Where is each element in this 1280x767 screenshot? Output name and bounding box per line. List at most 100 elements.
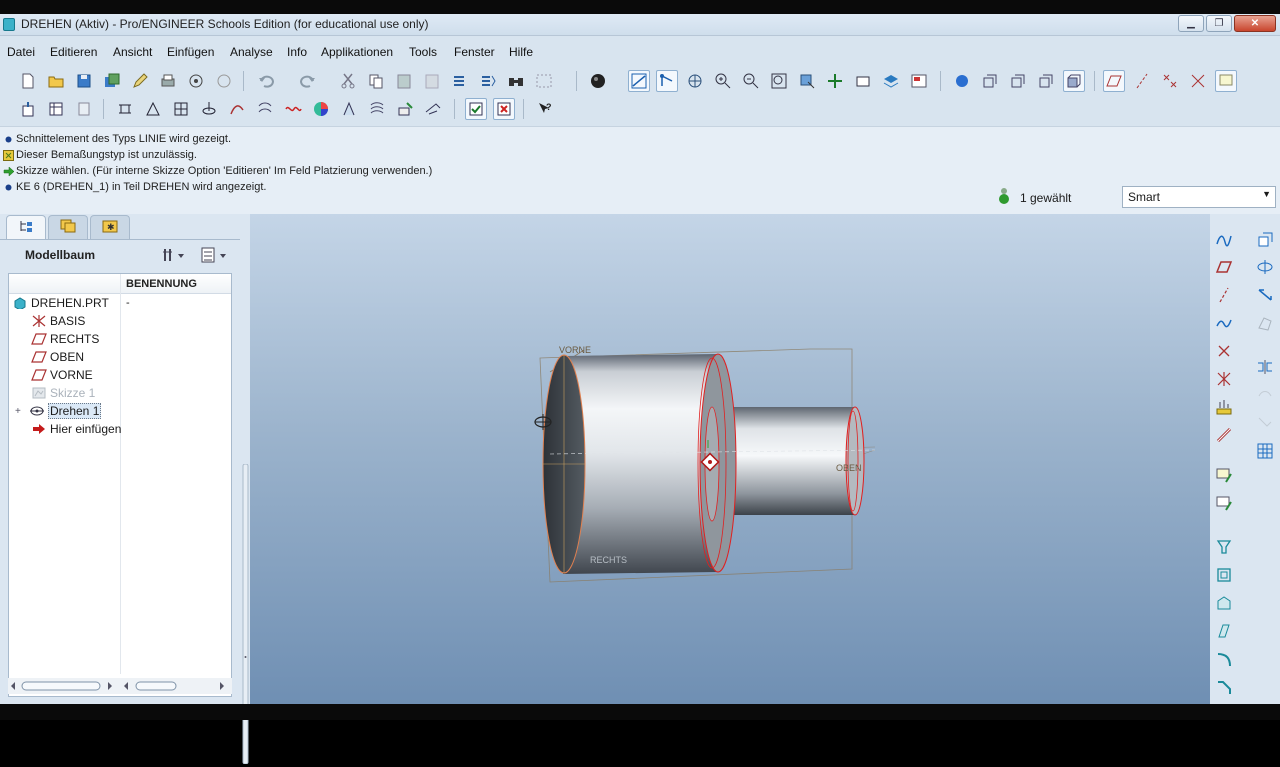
paste-icon[interactable] bbox=[393, 70, 415, 92]
regen-manager-icon[interactable] bbox=[477, 70, 499, 92]
menu-datei[interactable]: Datei bbox=[7, 45, 35, 59]
family-table-icon[interactable] bbox=[45, 98, 67, 120]
print-icon[interactable] bbox=[157, 70, 179, 92]
sketch-tool-icon[interactable] bbox=[170, 98, 192, 120]
tree-item-basis[interactable]: BASIS bbox=[31, 312, 253, 330]
menu-ansicht[interactable]: Ansicht bbox=[113, 45, 152, 59]
tree-horizontal-scrollbars[interactable] bbox=[8, 678, 232, 694]
select-box-icon[interactable] bbox=[533, 70, 555, 92]
datum-plane-tool-icon[interactable] bbox=[114, 98, 136, 120]
blend-tool-icon[interactable] bbox=[254, 98, 276, 120]
send-link-icon[interactable] bbox=[213, 70, 235, 92]
tree-item-drehen[interactable]: + Drehen 1 bbox=[15, 402, 237, 420]
zoom-out-icon[interactable] bbox=[740, 70, 762, 92]
menu-editieren[interactable]: Editieren bbox=[50, 45, 97, 59]
shell-tool-icon[interactable] bbox=[394, 98, 416, 120]
tree-item-insert-here[interactable]: Hier einfügen bbox=[31, 420, 253, 438]
relations-icon[interactable] bbox=[73, 98, 95, 120]
analysis-icon[interactable] bbox=[1213, 396, 1235, 418]
copy-icon[interactable] bbox=[365, 70, 387, 92]
view-manager-icon[interactable] bbox=[852, 70, 874, 92]
menu-info[interactable]: Info bbox=[287, 45, 307, 59]
minimize-button[interactable]: ▁ bbox=[1178, 15, 1204, 32]
datum-point-icon[interactable] bbox=[1213, 340, 1235, 362]
cancel-feature-icon[interactable] bbox=[493, 98, 515, 120]
menu-analyse[interactable]: Analyse bbox=[230, 45, 273, 59]
close-button[interactable]: ✕ bbox=[1234, 15, 1276, 32]
menu-hilfe[interactable]: Hilfe bbox=[509, 45, 533, 59]
draft-tool-icon[interactable] bbox=[338, 98, 360, 120]
accept-feature-icon[interactable] bbox=[465, 98, 487, 120]
hidden-line-icon[interactable] bbox=[1007, 70, 1029, 92]
round-icon[interactable] bbox=[1213, 648, 1235, 670]
datum-axis-tool-icon[interactable] bbox=[142, 98, 164, 120]
blend-icon[interactable] bbox=[1254, 312, 1276, 334]
shading-sphere-icon[interactable] bbox=[587, 70, 609, 92]
reorient-icon[interactable] bbox=[796, 70, 818, 92]
chamfer-icon[interactable] bbox=[1213, 676, 1235, 698]
hole-icon[interactable] bbox=[1213, 536, 1235, 558]
extrude-icon[interactable] bbox=[1254, 228, 1276, 250]
annotations-on-icon[interactable] bbox=[1215, 70, 1237, 92]
regenerate-icon[interactable] bbox=[449, 70, 471, 92]
view-settings-icon[interactable] bbox=[908, 70, 930, 92]
menu-tools[interactable]: Tools bbox=[409, 45, 437, 59]
hole-tool-icon[interactable] bbox=[366, 98, 388, 120]
selection-filter-dropdown[interactable]: Smart ▼ bbox=[1122, 186, 1276, 208]
tree-settings-icon[interactable] bbox=[160, 245, 186, 265]
shading-icon[interactable] bbox=[1063, 70, 1085, 92]
merge-icon[interactable] bbox=[1254, 384, 1276, 406]
datum-axes-on-icon[interactable] bbox=[1131, 70, 1153, 92]
extrude-tool-icon[interactable] bbox=[17, 98, 39, 120]
layers-icon[interactable] bbox=[880, 70, 902, 92]
datum-planes-on-icon[interactable] bbox=[1103, 70, 1125, 92]
datum-axes-display-icon[interactable] bbox=[628, 70, 650, 92]
chain-icon[interactable] bbox=[1213, 424, 1235, 446]
saved-views-icon[interactable] bbox=[824, 70, 846, 92]
sweep-tool-icon[interactable] bbox=[226, 98, 248, 120]
open-folder-icon[interactable] bbox=[45, 70, 67, 92]
trim-icon[interactable] bbox=[1254, 412, 1276, 434]
datum-plane-icon[interactable] bbox=[1213, 256, 1235, 278]
send-mail-icon[interactable] bbox=[185, 70, 207, 92]
curve-tool-icon[interactable] bbox=[282, 98, 304, 120]
no-hidden-icon[interactable] bbox=[1035, 70, 1057, 92]
rib-tool-icon[interactable] bbox=[422, 98, 444, 120]
revolve-icon[interactable] bbox=[1254, 256, 1276, 278]
menu-applikationen[interactable]: Applikationen bbox=[321, 45, 393, 59]
pattern-icon[interactable] bbox=[1254, 440, 1276, 462]
graphics-viewport[interactable]: VORNE OBEN RECHTS bbox=[250, 214, 1210, 704]
tab-folder-browser[interactable] bbox=[48, 215, 88, 239]
revolved-part-model[interactable]: VORNE OBEN RECHTS bbox=[250, 214, 1210, 704]
tree-item-skizze[interactable]: Skizze 1 bbox=[31, 384, 253, 402]
tree-item-rechts[interactable]: RECHTS bbox=[31, 330, 253, 348]
spin-center-icon[interactable] bbox=[684, 70, 706, 92]
edit-sketch-icon[interactable] bbox=[1213, 492, 1235, 514]
menu-einfuegen[interactable]: Einfügen bbox=[167, 45, 214, 59]
find-icon[interactable] bbox=[505, 70, 527, 92]
shell-icon[interactable] bbox=[1213, 564, 1235, 586]
tab-favorites[interactable]: ✱ bbox=[90, 215, 130, 239]
datum-points-on-icon[interactable] bbox=[1159, 70, 1181, 92]
paste-special-icon[interactable] bbox=[421, 70, 443, 92]
tree-item-oben[interactable]: OBEN bbox=[31, 348, 253, 366]
column-benennung[interactable]: BENENNUNG bbox=[126, 278, 197, 290]
expand-toggle-icon[interactable]: + bbox=[15, 406, 25, 417]
cut-icon[interactable] bbox=[337, 70, 359, 92]
undo-icon[interactable] bbox=[255, 70, 277, 92]
save-copy-icon[interactable] bbox=[101, 70, 123, 92]
refit-icon[interactable] bbox=[768, 70, 790, 92]
tree-item-part[interactable]: DREHEN.PRT - bbox=[12, 294, 234, 312]
datum-points-display-icon[interactable] bbox=[656, 70, 678, 92]
appearance-icon[interactable] bbox=[310, 98, 332, 120]
datum-curve-icon[interactable] bbox=[1213, 228, 1235, 250]
coordinate-system-icon[interactable] bbox=[1213, 368, 1235, 390]
restore-button[interactable]: ❐ bbox=[1206, 15, 1232, 32]
menu-fenster[interactable]: Fenster bbox=[454, 45, 495, 59]
edit-icon[interactable] bbox=[129, 70, 151, 92]
tab-model-tree[interactable] bbox=[6, 215, 46, 239]
tree-columns-icon[interactable] bbox=[200, 245, 226, 265]
rib-icon[interactable] bbox=[1213, 592, 1235, 614]
sketched-curve-icon[interactable] bbox=[1213, 312, 1235, 334]
wireframe-icon[interactable] bbox=[979, 70, 1001, 92]
